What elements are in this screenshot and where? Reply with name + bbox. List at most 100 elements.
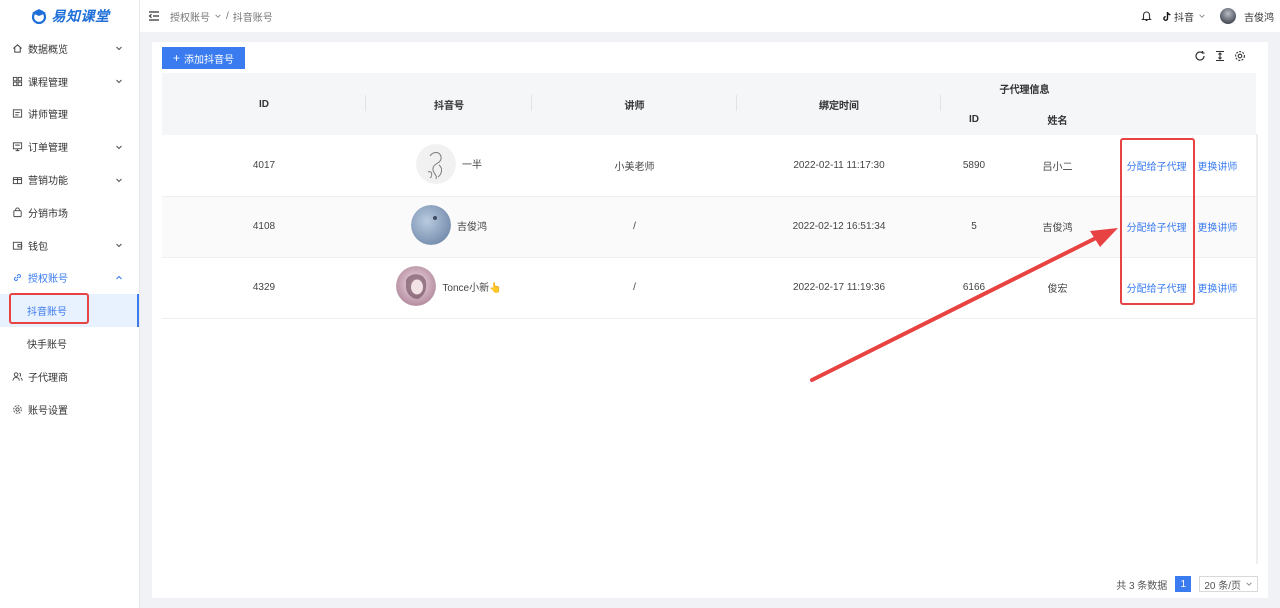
- cell-teacher: /: [532, 196, 737, 258]
- chevron-down-icon: [1199, 14, 1205, 18]
- logo-icon: [31, 9, 46, 24]
- user-menu[interactable]: 吉俊鸿: [1220, 8, 1274, 24]
- cell-id: 4108: [162, 196, 366, 258]
- sidebar-item-label: 授权账号: [28, 274, 68, 286]
- order-icon: [11, 141, 23, 153]
- platform-label: 抖音: [1174, 12, 1194, 24]
- username: 吉俊鸿: [1244, 12, 1274, 24]
- table-tools: [1194, 50, 1246, 62]
- sidebar-subitem-label: 快手账号: [27, 340, 67, 352]
- sidebar-item-overview[interactable]: 数据概览: [0, 32, 139, 65]
- page-size-label: 20 条/页: [1204, 580, 1241, 592]
- settings-icon[interactable]: [1234, 50, 1246, 62]
- table-row: 4108 吉俊鸿 / 2022-02-12 16:51:34 5 吉俊鸿 分配给…: [162, 196, 1256, 258]
- cell-teacher: /: [532, 257, 737, 319]
- change-teacher-link[interactable]: 更换讲师: [1197, 223, 1237, 234]
- cell-agent-id: 5890: [941, 135, 1007, 197]
- logo[interactable]: 易知课堂: [0, 0, 139, 32]
- plus-icon: +: [172, 51, 180, 65]
- column-height-icon[interactable]: [1214, 50, 1226, 62]
- menu-fold-icon[interactable]: [148, 10, 160, 22]
- sidebar-item-label: 订单管理: [28, 143, 68, 155]
- chevron-down-icon: [116, 47, 122, 51]
- sidebar-menu: 数据概览 课程管理 讲师管理 订单管理 营销功能 分销市场 钱包 授权账号 抖音…: [0, 32, 139, 426]
- cell-teacher: 小美老师: [532, 135, 737, 197]
- page-number-button[interactable]: 1: [1175, 576, 1192, 592]
- sidebar-item-account-settings[interactable]: 账号设置: [0, 393, 139, 426]
- account-name: 一半: [462, 160, 482, 172]
- annotation-highlight-assign-links: [1120, 138, 1195, 305]
- page-size-select[interactable]: 20 条/页: [1199, 576, 1258, 592]
- sidebar-item-orders[interactable]: 订单管理: [0, 130, 139, 163]
- sidebar-item-label: 账号设置: [28, 405, 68, 417]
- table-row: 4329 Tonce小新👆 / 2022-02-17 11:19:36 6166…: [162, 257, 1256, 319]
- cell-agent-name: 吉俊鸿: [1007, 196, 1108, 258]
- main-card: + 添加抖音号 ID 抖音号 讲师 绑定时间 子代理信息 ID 姓名 4017 …: [152, 42, 1268, 598]
- breadcrumb: 授权账号 / 抖音账号: [170, 9, 273, 24]
- cell-id: 4017: [162, 135, 366, 197]
- cell-agent-name: 吕小二: [1007, 135, 1108, 197]
- table-row: 4017 一半 小美老师 2022-02-11 11:17:30 5890 吕小…: [162, 135, 1256, 197]
- sidebar-item-teachers[interactable]: 讲师管理: [0, 98, 139, 131]
- cell-account: 一半: [366, 135, 532, 197]
- sidebar-item-label: 子代理商: [28, 372, 68, 384]
- id-card-icon: [11, 108, 23, 120]
- chevron-up-icon: [116, 275, 122, 280]
- chevron-down-icon: [116, 243, 122, 248]
- chevron-down-icon: [116, 79, 122, 84]
- chevron-down-icon: [116, 178, 122, 182]
- home-icon: [11, 42, 23, 54]
- sidebar-item-label: 数据概览: [28, 44, 68, 56]
- sidebar-item-label: 课程管理: [28, 77, 68, 89]
- gift-icon: [11, 174, 23, 186]
- platform-switcher[interactable]: 抖音: [1162, 9, 1206, 24]
- breadcrumb-item-authorized-accounts[interactable]: 授权账号: [170, 9, 210, 24]
- sidebar-item-wallet[interactable]: 钱包: [0, 229, 139, 262]
- annotation-highlight-sidebar-subitem: [9, 293, 89, 324]
- col-header-sub-agent-group: 子代理信息: [941, 73, 1108, 104]
- account-name: Tonce小新👆: [442, 282, 502, 294]
- sidebar-item-label: 分销市场: [28, 208, 68, 220]
- col-header-actions: [1108, 73, 1256, 135]
- breadcrumb-separator: /: [226, 10, 229, 22]
- avatar: [416, 143, 456, 184]
- account-name: 吉俊鸿: [457, 221, 487, 233]
- sidebar-item-label: 讲师管理: [28, 110, 68, 122]
- bag-icon: [11, 206, 23, 218]
- sidebar-item-label: 营销功能: [28, 176, 68, 188]
- col-header-id: ID: [162, 73, 366, 135]
- refresh-icon[interactable]: [1194, 50, 1206, 62]
- sidebar-item-distribution[interactable]: 分销市场: [0, 196, 139, 229]
- accounts-table: ID 抖音号 讲师 绑定时间 子代理信息 ID 姓名 4017 一半 小美老师 …: [162, 73, 1256, 319]
- cell-id: 4329: [162, 257, 366, 319]
- cell-agent-id: 5: [941, 196, 1007, 258]
- cell-bind-time: 2022-02-12 16:51:34: [737, 196, 941, 258]
- change-teacher-link[interactable]: 更换讲师: [1197, 284, 1237, 295]
- col-header-account: 抖音号: [366, 73, 532, 135]
- cell-account: Tonce小新👆: [366, 257, 532, 319]
- bell-icon[interactable]: [1141, 10, 1152, 22]
- cell-bind-time: 2022-02-17 11:19:36: [737, 257, 941, 319]
- pagination: 共 3 条数据 1 20 条/页: [1116, 576, 1258, 592]
- table-scrollbar[interactable]: [1256, 134, 1258, 564]
- topbar: 授权账号 / 抖音账号 抖音 吉俊鸿: [140, 0, 1280, 32]
- sidebar-subitem-kuaishou[interactable]: 快手账号: [0, 327, 139, 360]
- add-douyin-account-button[interactable]: + 添加抖音号: [162, 47, 245, 69]
- sidebar-item-authorized-accounts[interactable]: 授权账号: [0, 262, 139, 295]
- cell-account: 吉俊鸿: [366, 196, 532, 258]
- chevron-down-icon: [116, 145, 122, 150]
- sidebar-item-marketing[interactable]: 营销功能: [0, 163, 139, 196]
- sidebar-item-courses[interactable]: 课程管理: [0, 65, 139, 98]
- cell-agent-name: 俊宏: [1007, 257, 1108, 319]
- pagination-total: 共 3 条数据: [1116, 580, 1168, 592]
- sidebar-item-label: 钱包: [28, 241, 48, 253]
- avatar: [1220, 8, 1236, 24]
- sidebar-item-sub-agents[interactable]: 子代理商: [0, 360, 139, 393]
- gear-icon: [11, 403, 23, 415]
- cell-agent-id: 6166: [941, 257, 1007, 319]
- add-button-label: 添加抖音号: [184, 54, 234, 66]
- avatar: [396, 266, 437, 306]
- change-teacher-link[interactable]: 更换讲师: [1197, 162, 1237, 173]
- avatar: [411, 205, 451, 245]
- wallet-icon: [11, 239, 23, 251]
